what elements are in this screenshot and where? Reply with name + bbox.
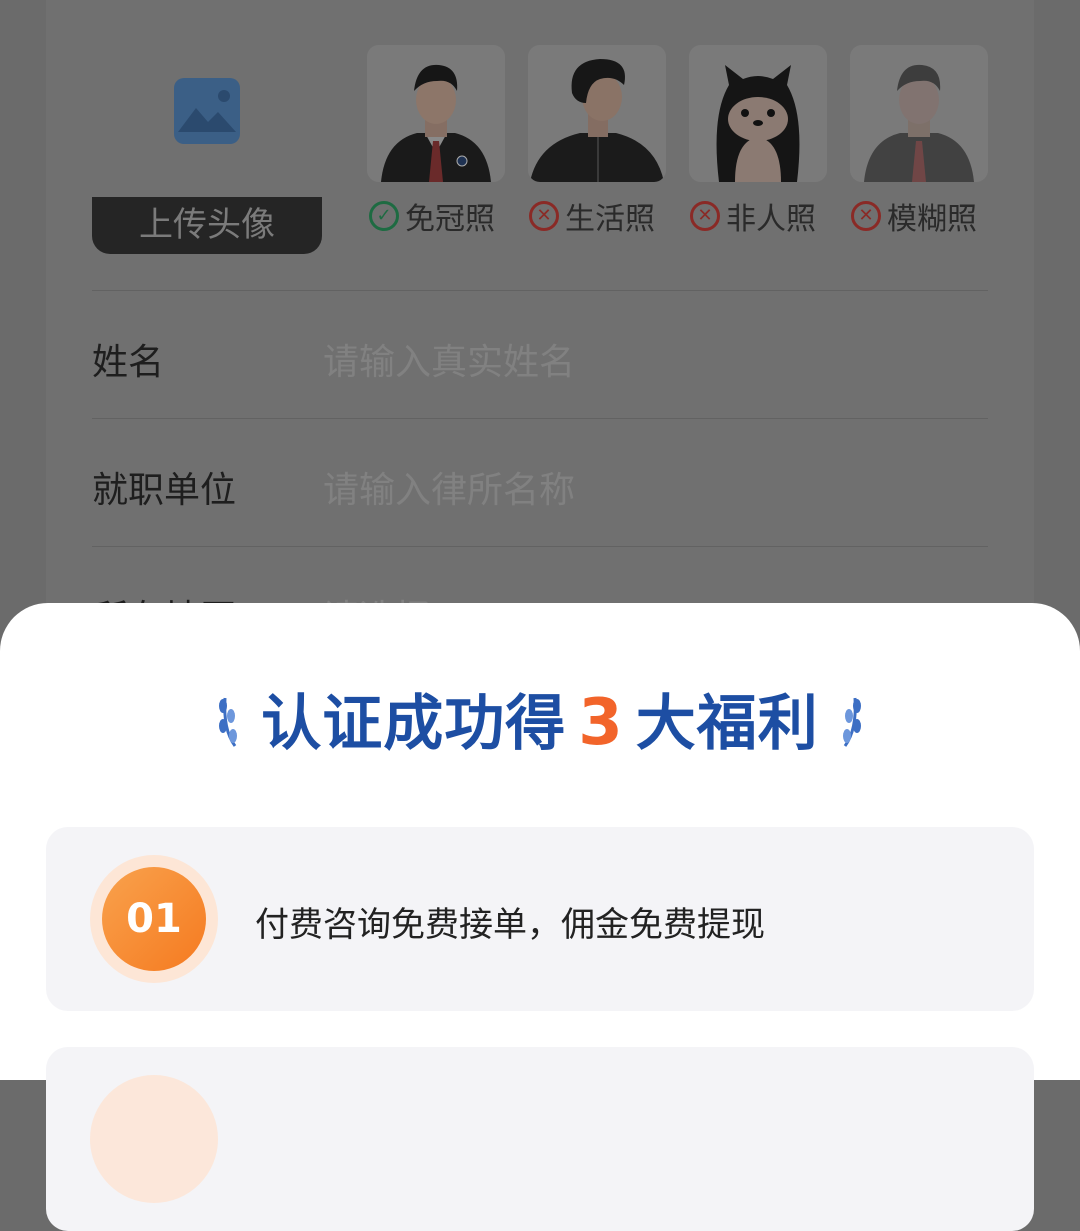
caption-text: 生活照 xyxy=(565,202,655,237)
example-caption-bad: ✕ 生活照 xyxy=(529,196,655,237)
benefit-item: 01 付费咨询免费接单，佣金免费提现 xyxy=(46,827,1034,1011)
benefit-item xyxy=(46,1047,1034,1231)
employer-input[interactable]: 请输入律所名称 xyxy=(323,461,575,513)
example-caption-bad: ✕ 非人照 xyxy=(690,196,816,237)
caption-text: 免冠照 xyxy=(405,202,495,237)
divider xyxy=(92,546,988,547)
check-circle-icon: ✓ xyxy=(369,201,399,231)
example-caption-bad: ✕ 模糊照 xyxy=(851,196,977,237)
example-photo-blurry xyxy=(850,45,988,182)
laurel-right-icon xyxy=(842,697,861,747)
number-badge xyxy=(90,1075,218,1203)
name-label: 姓名 xyxy=(92,342,165,383)
x-circle-icon: ✕ xyxy=(529,201,559,231)
number-badge: 01 xyxy=(90,855,218,983)
x-circle-icon: ✕ xyxy=(851,201,881,231)
example-photo-casual xyxy=(528,45,666,182)
employer-label: 就职单位 xyxy=(92,470,237,511)
headline-number: 3 xyxy=(578,685,624,760)
image-icon xyxy=(174,78,240,144)
x-circle-icon: ✕ xyxy=(690,201,720,231)
caption-text: 非人照 xyxy=(726,202,816,237)
divider xyxy=(92,418,988,419)
divider xyxy=(92,290,988,291)
example-caption-ok: ✓ 免冠照 xyxy=(369,196,495,237)
headline-text: 认证成功得 3 大福利 xyxy=(261,685,819,760)
laurel-left-icon xyxy=(219,697,238,747)
example-photo-dog xyxy=(689,45,827,182)
caption-text: 模糊照 xyxy=(887,202,977,237)
upload-avatar-label: 上传头像 xyxy=(92,197,322,254)
upload-avatar-button[interactable]: 上传头像 xyxy=(92,44,322,254)
benefits-headline: 认证成功得 3 大福利 xyxy=(0,683,1080,760)
benefit-text: 付费咨询免费接单，佣金免费提现 xyxy=(255,905,765,945)
example-photo-suit xyxy=(367,45,505,182)
benefits-sheet: 认证成功得 3 大福利 01 付费咨询免费接单，佣金免费提现 xyxy=(0,603,1080,1231)
name-input[interactable]: 请输入真实姓名 xyxy=(323,333,575,385)
